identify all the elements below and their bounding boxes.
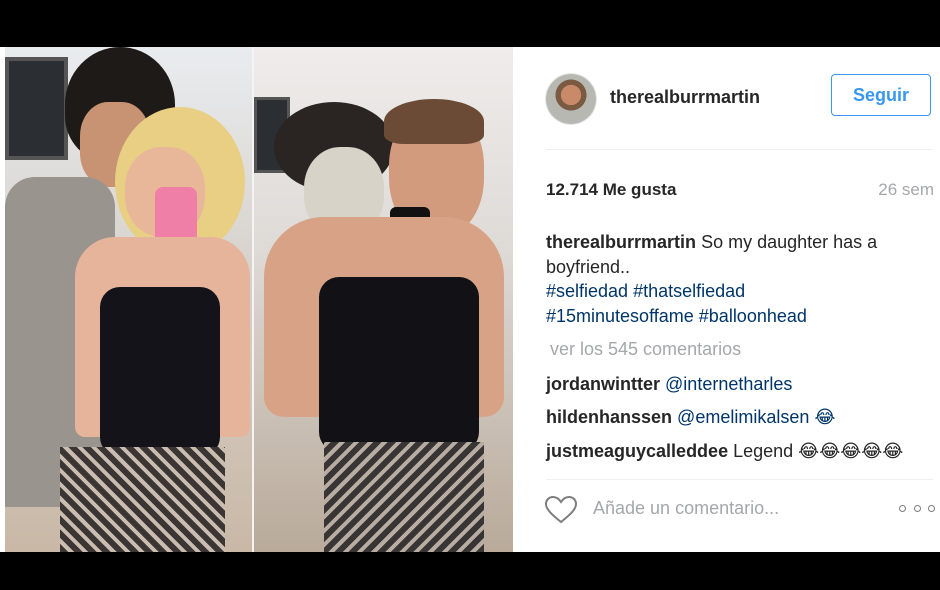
hashtag[interactable]: #selfiedad: [546, 281, 628, 301]
options-dot: [913, 504, 921, 512]
comment-username[interactable]: jordanwintter: [546, 374, 660, 394]
post-photo[interactable]: [5, 47, 513, 552]
photo-left-half: [5, 47, 254, 552]
divider: [546, 149, 933, 150]
hashtag[interactable]: #15minutesoffame: [546, 306, 694, 326]
add-comment-input[interactable]: [593, 498, 873, 519]
hashtag[interactable]: #balloonhead: [699, 306, 807, 326]
view-all-comments-link[interactable]: ver los 545 comentarios: [550, 339, 741, 360]
post-time[interactable]: 26 sem: [878, 180, 934, 200]
wall-frame: [5, 57, 68, 160]
dad-top: [319, 277, 479, 452]
comment: justmeaguycalleddee Legend 😂😂😂😂😂: [546, 441, 903, 462]
post-frame: therealburrmartin Seguir 12.714 Me gusta…: [0, 47, 940, 552]
comment: jordanwintter @internetharles: [546, 374, 792, 395]
patterned-shorts: [60, 447, 225, 552]
options-dot: [928, 504, 935, 512]
comment: hildenhanssen @emelimikalsen 😂: [546, 407, 835, 428]
photo-right-half: [254, 47, 513, 552]
caption-username[interactable]: therealburrmartin: [546, 232, 696, 252]
divider: [546, 479, 933, 480]
likes-count[interactable]: 12.714 Me gusta: [546, 180, 676, 200]
patterned-shorts: [324, 442, 484, 552]
follow-button[interactable]: Seguir: [831, 74, 931, 116]
more-options-icon[interactable]: [899, 498, 935, 518]
comment-username[interactable]: hildenhanssen: [546, 407, 672, 427]
hashtag[interactable]: #thatselfiedad: [633, 281, 745, 301]
comment-username[interactable]: justmeaguycalleddee: [546, 441, 728, 461]
comment-text[interactable]: @internetharles: [665, 374, 792, 394]
caption: therealburrmartin So my daughter has a b…: [546, 230, 936, 328]
dad-hair: [384, 99, 484, 144]
avatar[interactable]: [546, 74, 596, 124]
comment-text: Legend 😂😂😂😂😂: [733, 441, 904, 461]
heart-icon[interactable]: [545, 496, 577, 524]
options-dot: [899, 504, 906, 512]
girl-top: [100, 287, 220, 457]
post-username[interactable]: therealburrmartin: [610, 87, 760, 108]
post-sidebar: therealburrmartin Seguir 12.714 Me gusta…: [513, 47, 940, 552]
comment-text[interactable]: @emelimikalsen 😂: [677, 407, 835, 427]
